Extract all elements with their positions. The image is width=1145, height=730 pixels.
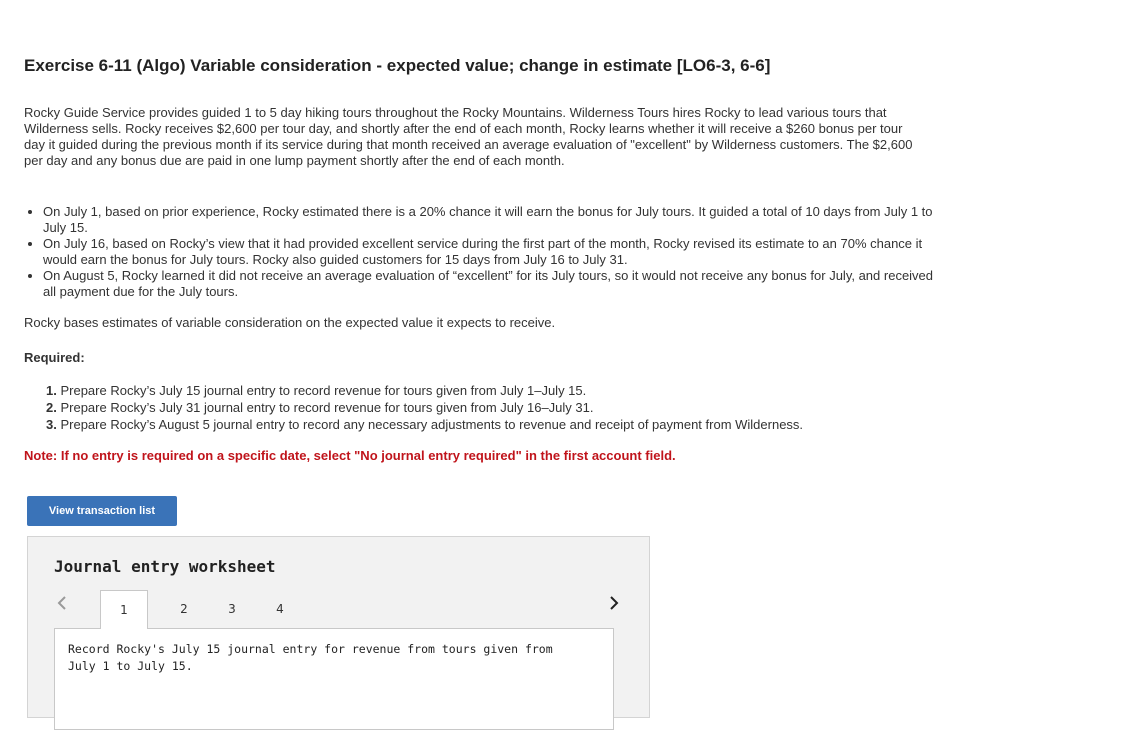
page-title: Exercise 6-11 (Algo) Variable considerat… [24,56,771,75]
requirement-item: 2. Prepare Rocky’s July 31 journal entry… [46,399,946,416]
requirements-list: 1. Prepare Rocky’s July 15 journal entry… [46,382,946,433]
requirement-number: 1. [46,383,57,398]
previous-tab-button[interactable] [52,593,72,613]
instruction-note: Note: If no entry is required on a speci… [24,448,676,463]
requirement-number: 3. [46,417,57,432]
worksheet-instruction: Record Rocky's July 15 journal entry for… [68,642,553,673]
worksheet-title: Journal entry worksheet [54,557,276,576]
tab-1[interactable]: 1 [100,590,148,629]
tab-4[interactable]: 4 [270,590,290,628]
journal-entry-worksheet: Journal entry worksheet 1 2 3 4 Record R… [27,536,650,730]
worksheet-panel: Record Rocky's July 15 journal entry for… [54,628,614,730]
chevron-left-icon [57,596,66,610]
requirement-item: 3. Prepare Rocky’s August 5 journal entr… [46,416,946,433]
requirement-text: Prepare Rocky’s July 31 journal entry to… [60,400,594,415]
scenario-bullets: On July 1, based on prior experience, Ro… [24,204,943,300]
next-tab-button[interactable] [604,593,624,613]
required-heading: Required: [24,350,85,365]
estimate-basis-text: Rocky bases estimates of variable consid… [24,315,556,330]
requirement-text: Prepare Rocky’s July 15 journal entry to… [60,383,587,398]
requirement-item: 1. Prepare Rocky’s July 15 journal entry… [46,382,946,399]
list-item: On July 16, based on Rocky’s view that i… [43,236,943,268]
view-transaction-list-button[interactable]: View transaction list [27,496,177,526]
intro-paragraph: Rocky Guide Service provides guided 1 to… [24,105,913,168]
tab-3[interactable]: 3 [222,590,242,628]
chevron-right-icon [610,596,619,610]
tab-2[interactable]: 2 [174,590,194,628]
requirement-text: Prepare Rocky’s August 5 journal entry t… [60,417,804,432]
list-item: On July 1, based on prior experience, Ro… [43,204,943,236]
requirement-number: 2. [46,400,57,415]
list-item: On August 5, Rocky learned it did not re… [43,268,943,300]
